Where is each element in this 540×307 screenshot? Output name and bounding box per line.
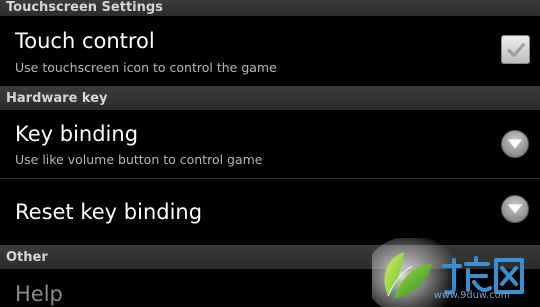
preference-title: Key binding (15, 122, 139, 146)
section-header-touchscreen: Touchscreen Settings (0, 0, 540, 16)
section-header-hardware: Hardware key (0, 86, 540, 110)
watermark-url: www.9duw.com (434, 290, 511, 301)
settings-screen: Touchscreen Settings Touch control Use t… (0, 0, 540, 307)
key-binding-dropdown[interactable] (501, 130, 529, 158)
preference-title: Help (15, 282, 63, 306)
dropdown-arrow-icon (507, 204, 523, 214)
section-header-label: Touchscreen Settings (6, 0, 163, 15)
touch-control-checkbox[interactable] (501, 35, 530, 64)
preference-title: Touch control (15, 29, 155, 53)
preference-key-binding[interactable]: Key binding Use like volume button to co… (0, 110, 540, 178)
dropdown-arrow-icon (507, 139, 523, 149)
reset-key-binding-dropdown[interactable] (501, 195, 529, 223)
preference-summary: Use like volume button to control game (15, 152, 263, 167)
check-icon (507, 42, 525, 57)
preference-touch-control[interactable]: Touch control Use touchscreen icon to co… (0, 16, 540, 86)
preference-reset-key-binding[interactable]: Reset key binding (0, 179, 540, 245)
preference-title: Reset key binding (15, 200, 203, 224)
preference-summary: Use touchscreen icon to control the game (15, 60, 277, 75)
section-header-label: Other (6, 249, 48, 265)
section-header-label: Hardware key (6, 90, 108, 106)
